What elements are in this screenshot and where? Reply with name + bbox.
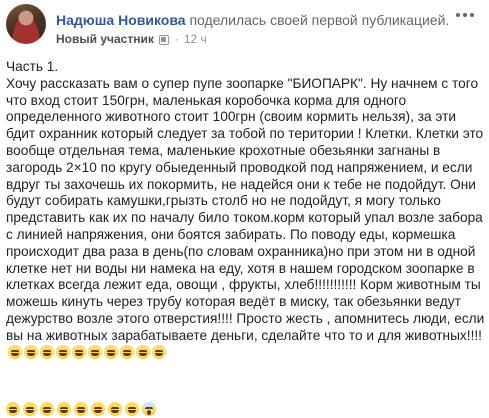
more-dot-icon (463, 13, 467, 17)
post-text: Часть 1. Хочу рассказать вам о супер пуп… (6, 59, 486, 361)
crying-face-icon (24, 344, 38, 359)
crying-face-icon (88, 344, 102, 359)
crying-face-icon (104, 344, 118, 359)
crying-face-icon (40, 402, 54, 416)
feed-post: Надюша Новикова поделилась своей первой … (0, 0, 489, 418)
crying-face-icon (120, 344, 134, 359)
crying-face-icon (8, 344, 22, 359)
new-member-badge: Новый участник (56, 32, 154, 46)
screaming-face-icon (142, 402, 156, 416)
more-options-button[interactable] (453, 6, 477, 24)
crying-face-icon (40, 344, 54, 359)
crying-face-icon (108, 402, 122, 416)
badge-icon (158, 34, 169, 45)
crying-face-icon (152, 344, 166, 359)
post-meta: Новый участник · 12 ч (56, 32, 207, 47)
post-body: Часть 1. Хочу рассказать вам о супер пуп… (6, 59, 486, 361)
crying-face-icon (23, 402, 37, 416)
author-line: Надюша Новикова поделилась своей первой … (56, 12, 449, 29)
crying-face-icon (57, 402, 71, 416)
more-dot-icon (456, 13, 460, 17)
crying-face-icon (56, 344, 70, 359)
crying-face-icon (125, 402, 139, 416)
emoji-row (6, 401, 156, 417)
post-action-text: поделилась своей первой публикацией. (189, 12, 450, 28)
crying-face-icon (91, 402, 105, 416)
crying-face-icon (6, 402, 20, 416)
crying-face-icon (72, 344, 86, 359)
crying-face-icon (74, 402, 88, 416)
post-timestamp[interactable]: 12 ч (184, 32, 207, 47)
post-header: Надюша Новикова поделилась своей первой … (0, 2, 489, 54)
crying-face-icon (136, 344, 150, 359)
more-dot-icon (470, 13, 474, 17)
author-name-link[interactable]: Надюша Новикова (56, 12, 186, 28)
avatar[interactable] (6, 4, 46, 44)
meta-separator: · (174, 32, 179, 46)
